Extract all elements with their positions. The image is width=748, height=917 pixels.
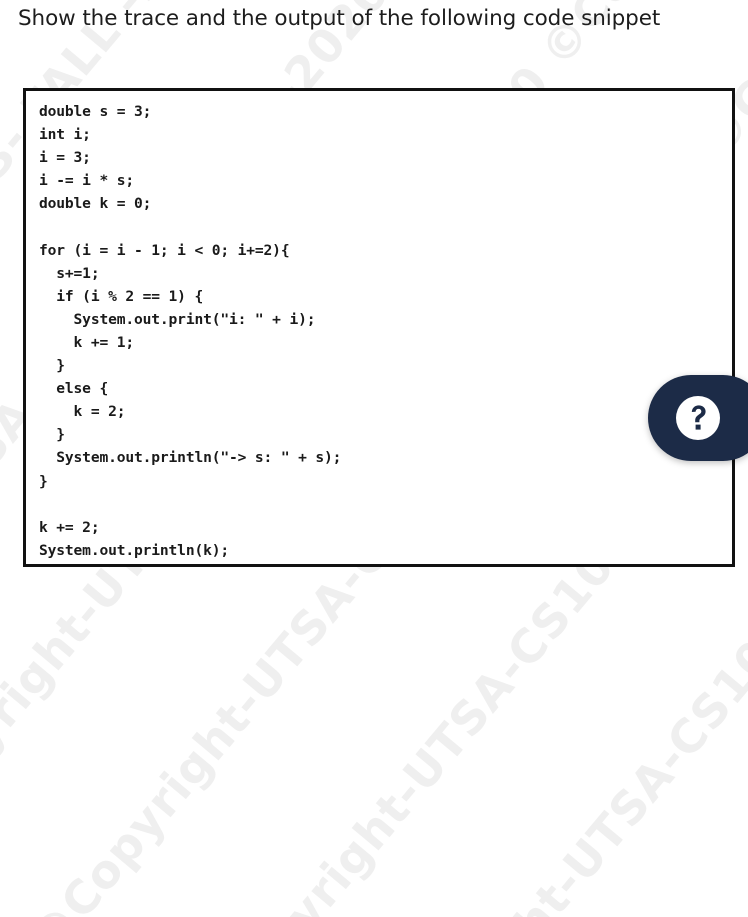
code-snippet-block: double s = 3; int i; i = 3; i -= i * s; …	[23, 88, 735, 567]
code-snippet-text: double s = 3; int i; i = 3; i -= i * s; …	[39, 103, 342, 559]
question-mark-circle-icon	[676, 396, 720, 440]
help-button[interactable]	[648, 375, 748, 461]
question-heading: Show the trace and the output of the fol…	[18, 6, 661, 31]
